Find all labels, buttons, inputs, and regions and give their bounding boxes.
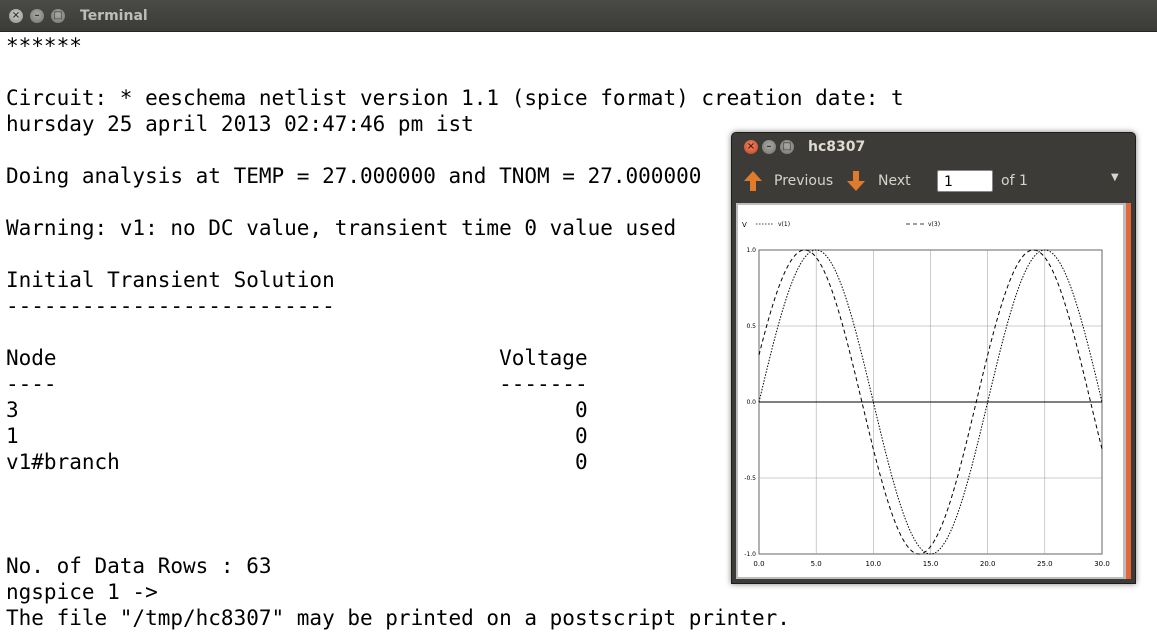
y-tick-label: -0.5 bbox=[744, 475, 756, 482]
close-icon[interactable]: × bbox=[9, 9, 23, 23]
y-tick-label: 0.5 bbox=[746, 323, 756, 330]
scrollbar[interactable] bbox=[1126, 203, 1131, 579]
page-count-label: of 1 bbox=[1001, 173, 1028, 189]
x-tick-label: 25.0 bbox=[1037, 560, 1053, 568]
document-page: 0.0 5.0 10.0 15.0 20.0 25.0 30.0 1.0 0.5 0.0 -0.5 -… bbox=[738, 205, 1123, 577]
y-tick-label: 0.0 bbox=[746, 399, 756, 406]
x-tick-label: 0.0 bbox=[753, 560, 764, 568]
x-tick-label: 10.0 bbox=[866, 560, 882, 568]
maximize-icon[interactable]: □ bbox=[51, 9, 65, 23]
document-area[interactable]: 0.0 5.0 10.0 15.0 20.0 25.0 30.0 1.0 0.5 0.0 -0.5 -… bbox=[736, 203, 1131, 579]
viewer-toolbar: Previous Next 1 of 1 ▼ bbox=[732, 163, 1135, 201]
arrow-up-icon bbox=[744, 171, 762, 191]
next-button[interactable]: Next bbox=[878, 173, 911, 189]
chevron-down-icon[interactable]: ▼ bbox=[1111, 172, 1119, 183]
y-axis-label: V bbox=[742, 221, 747, 229]
minimize-icon[interactable]: – bbox=[30, 9, 44, 23]
legend-label: v(3) bbox=[928, 221, 940, 228]
y-tick-label: -1.0 bbox=[744, 551, 756, 558]
x-tick-label: 20.0 bbox=[980, 560, 996, 568]
terminal-line: ****** bbox=[6, 34, 82, 58]
minimize-icon[interactable]: – bbox=[762, 140, 776, 154]
x-tick-label: 15.0 bbox=[923, 560, 939, 568]
terminal-title: Terminal bbox=[80, 8, 148, 24]
x-tick-label: 5.0 bbox=[811, 560, 822, 568]
document-viewer-window: × – □ hc8307 Previous Next 1 of 1 ▼ 0.0 5… bbox=[731, 132, 1136, 584]
maximize-icon[interactable]: □ bbox=[780, 140, 794, 154]
viewer-titlebar: × – □ hc8307 bbox=[732, 133, 1135, 161]
terminal-line: The file "/tmp/hc8307" may be printed on… bbox=[6, 606, 790, 630]
terminal-line: Circuit: * eeschema netlist version 1.1 … bbox=[6, 86, 904, 110]
arrow-down-icon bbox=[847, 171, 865, 191]
terminal-titlebar: × – □ Terminal bbox=[0, 0, 1157, 32]
previous-button[interactable]: Previous bbox=[774, 173, 833, 189]
x-tick-label: 30.0 bbox=[1094, 560, 1110, 568]
page-number-input[interactable]: 1 bbox=[937, 170, 993, 192]
viewer-title: hc8307 bbox=[808, 139, 866, 155]
close-icon[interactable]: × bbox=[744, 140, 758, 154]
y-tick-label: 1.0 bbox=[746, 247, 756, 254]
waveform-plot: 0.0 5.0 10.0 15.0 20.0 25.0 30.0 1.0 0.5 0.0 -0.5 -… bbox=[742, 221, 1110, 568]
legend-label: v(1) bbox=[778, 221, 790, 228]
